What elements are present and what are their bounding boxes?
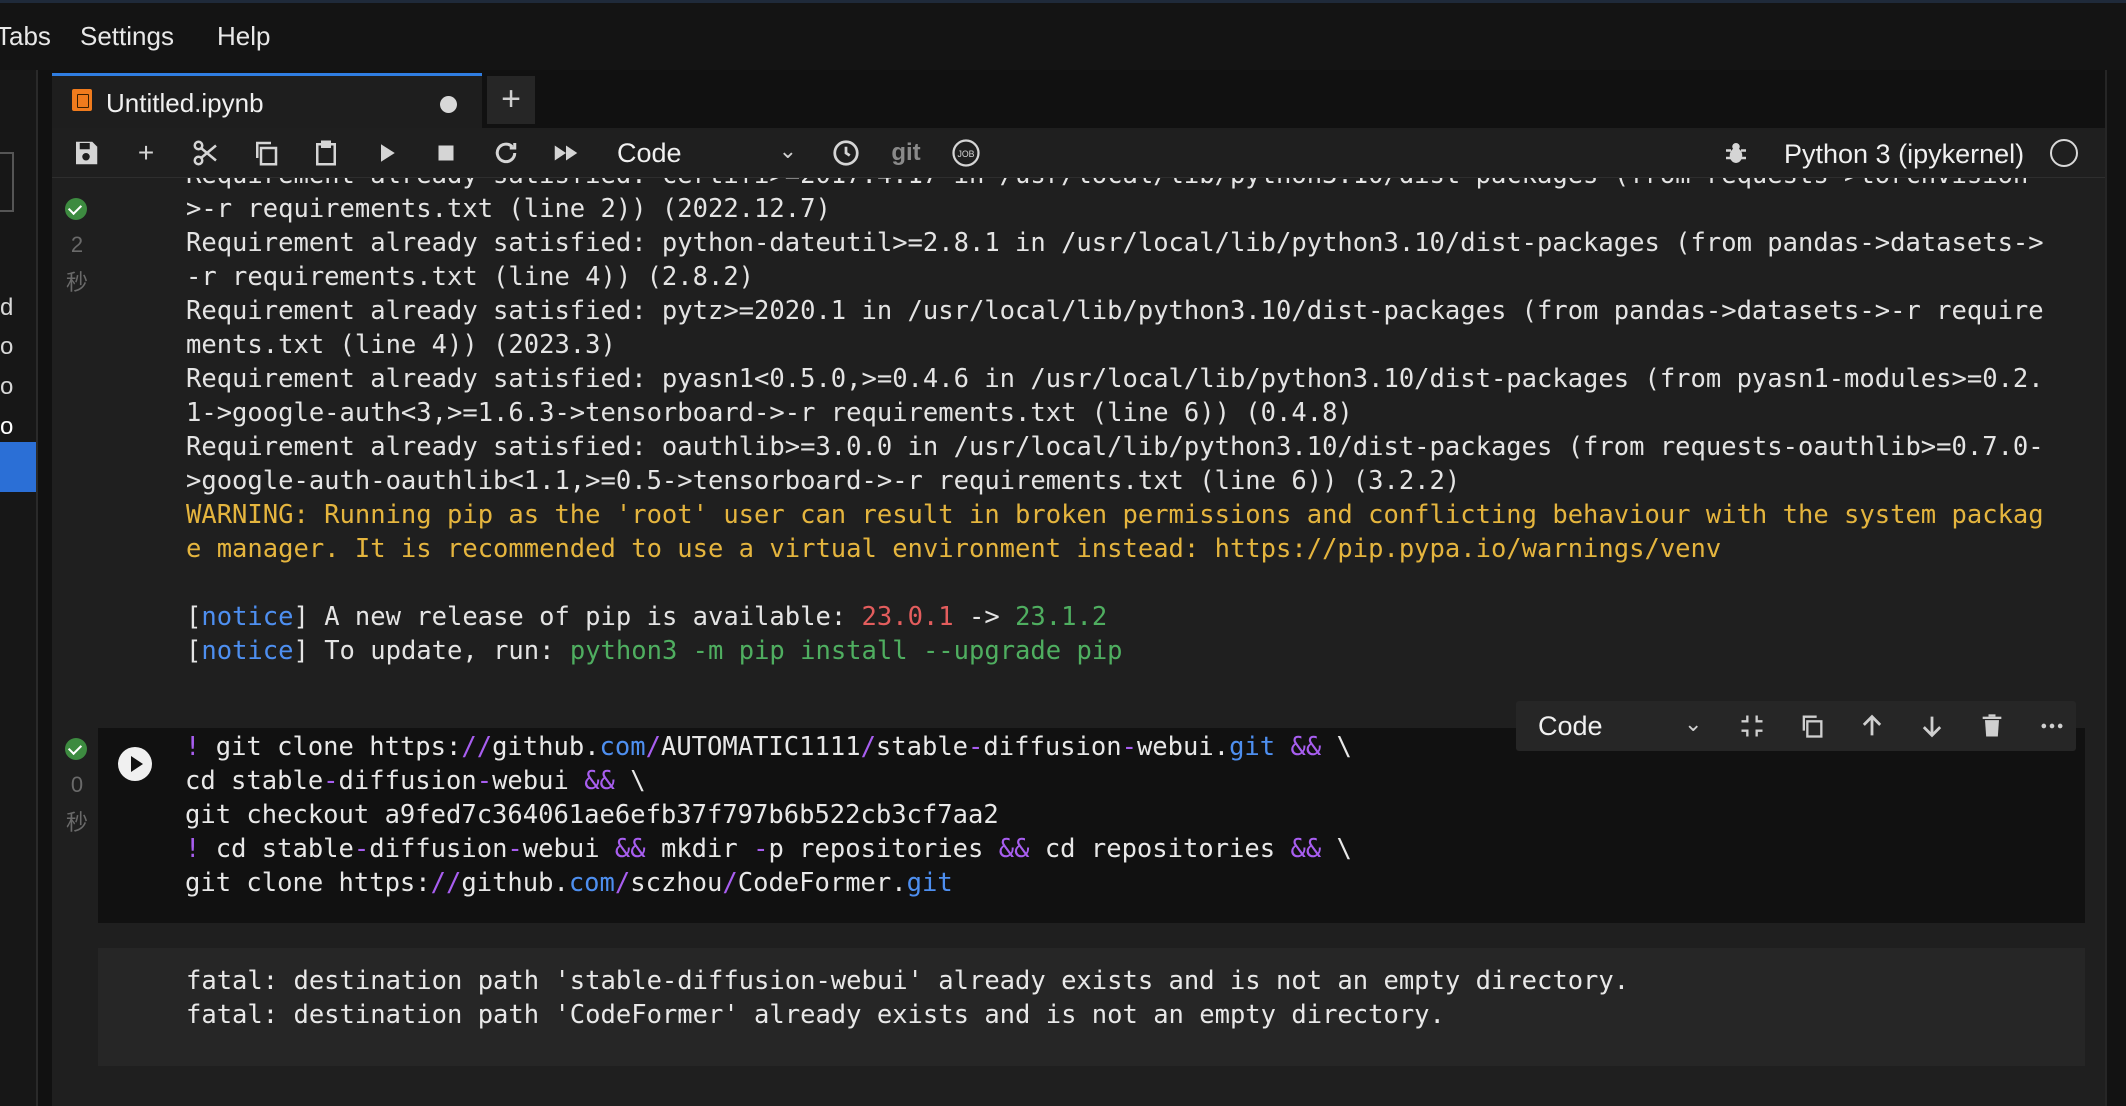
execution-time: 0 xyxy=(70,772,84,797)
output-line: >google-auth-oauthlib<1.1,>=0.5->tensorb… xyxy=(186,466,1461,496)
delete-icon[interactable] xyxy=(1972,707,2012,745)
save-icon[interactable] xyxy=(66,134,106,172)
fast-forward-icon[interactable] xyxy=(546,134,586,172)
output-line: Requirement already satisfied: pyasn1<0.… xyxy=(186,364,2044,394)
sidebar-divider[interactable] xyxy=(36,70,38,1106)
cell-toolbar: Code ⌄ xyxy=(1516,701,2076,751)
notebook-icon xyxy=(72,89,92,111)
execution-time-unit: 秒 xyxy=(65,270,88,295)
notebook-panel: + Code ⌄ git JOB Python 3 (ipykernel) 2 … xyxy=(52,128,2105,1106)
add-cell-icon[interactable]: + xyxy=(126,134,166,172)
code-content[interactable]: ! git clone https://github.com/AUTOMATIC… xyxy=(185,730,1352,900)
output-line: ments.txt (line 4)) (2023.3) xyxy=(186,330,616,360)
menu-tabs[interactable]: Tabs xyxy=(0,21,51,52)
notice-line: [notice] A new release of pip is availab… xyxy=(186,602,1108,632)
job-label: JOB xyxy=(957,149,974,159)
stop-icon[interactable] xyxy=(426,134,466,172)
duplicate-icon[interactable] xyxy=(1792,707,1832,745)
sidebar-search-box[interactable] xyxy=(0,152,14,212)
git-icon[interactable]: git xyxy=(886,134,926,172)
tab-title: Untitled.ipynb xyxy=(106,88,264,118)
run-cell-button[interactable] xyxy=(118,747,152,781)
sidebar-item-label[interactable]: d xyxy=(0,294,13,322)
new-tab-button[interactable]: + xyxy=(487,76,535,124)
job-icon[interactable]: JOB xyxy=(946,134,986,172)
debugger-bug-icon[interactable] xyxy=(1716,134,1756,172)
move-up-icon[interactable] xyxy=(1852,707,1892,745)
code-cell-editor[interactable]: ! git clone https://github.com/AUTOMATIC… xyxy=(98,728,2085,923)
collapse-icon[interactable] xyxy=(1732,707,1772,745)
cut-icon[interactable] xyxy=(186,134,226,172)
menu-settings[interactable]: Settings xyxy=(80,21,174,52)
sidebar-selected-item[interactable] xyxy=(0,442,36,492)
chevron-down-icon: ⌄ xyxy=(778,138,797,163)
execution-time-unit: 秒 xyxy=(65,810,88,835)
warning-line: WARNING: Running pip as the 'root' user … xyxy=(186,500,2044,530)
clock-icon[interactable] xyxy=(826,134,866,172)
cell-output: Requirement already satisfied: certifi>=… xyxy=(186,178,2044,668)
sidebar-item-label[interactable]: o xyxy=(0,413,13,441)
output-line: Requirement already satisfied: pytz>=202… xyxy=(186,296,2044,326)
cell-success-icon xyxy=(65,738,87,760)
cell-type-value: Code xyxy=(617,138,682,168)
cell-type-select[interactable]: Code ⌄ xyxy=(617,138,797,170)
sidebar-item-label[interactable]: o xyxy=(0,333,13,361)
cell-success-icon xyxy=(65,198,87,220)
run-icon[interactable] xyxy=(366,134,406,172)
document-tab-bar: Untitled.ipynb + xyxy=(50,70,2105,128)
right-sidebar-edge xyxy=(2105,70,2126,1106)
left-sidebar: d o o o xyxy=(0,70,38,1106)
tab-untitled-notebook[interactable]: Untitled.ipynb xyxy=(52,73,482,128)
output-line: fatal: destination path 'stable-diffusio… xyxy=(186,966,1630,996)
output-line: >-r requirements.txt (line 2)) (2022.12.… xyxy=(186,194,831,224)
sidebar-item-label[interactable]: o xyxy=(0,373,13,401)
notice-line: [notice] To update, run: python3 -m pip … xyxy=(186,636,1123,666)
move-down-icon[interactable] xyxy=(1912,707,1952,745)
output-line: Requirement already satisfied: python-da… xyxy=(186,228,2044,258)
warning-line: e manager. It is recommended to use a vi… xyxy=(186,534,1722,564)
output-line: Requirement already satisfied: certifi>=… xyxy=(186,178,2044,192)
cell-output: fatal: destination path 'stable-diffusio… xyxy=(98,948,2085,1066)
unsaved-dot-icon[interactable] xyxy=(440,96,457,113)
notebook-content: 2 秒 Requirement already satisfied: certi… xyxy=(52,178,2105,1106)
kernel-name[interactable]: Python 3 (ipykernel) xyxy=(1784,139,2024,170)
more-options-icon[interactable] xyxy=(2032,707,2072,745)
output-line: -r requirements.txt (line 4)) (2.8.2) xyxy=(186,262,755,292)
copy-icon[interactable] xyxy=(246,134,286,172)
kernel-status-icon xyxy=(2050,139,2078,167)
chevron-down-icon[interactable]: ⌄ xyxy=(1684,711,1702,737)
paste-icon[interactable] xyxy=(306,134,346,172)
execution-time: 2 xyxy=(70,232,84,257)
menu-help[interactable]: Help xyxy=(217,21,270,52)
cell-type-select[interactable]: Code xyxy=(1538,711,1603,742)
restart-icon[interactable] xyxy=(486,134,526,172)
notebook-toolbar: + Code ⌄ git JOB Python 3 (ipykernel) xyxy=(52,128,2105,178)
output-line: fatal: destination path 'CodeFormer' alr… xyxy=(186,1000,1445,1030)
menu-bar: Tabs Settings Help xyxy=(0,0,2126,70)
output-line: Requirement already satisfied: oauthlib>… xyxy=(186,432,2044,462)
output-line: 1->google-auth<3,>=1.6.3->tensorboard->-… xyxy=(186,398,1353,428)
